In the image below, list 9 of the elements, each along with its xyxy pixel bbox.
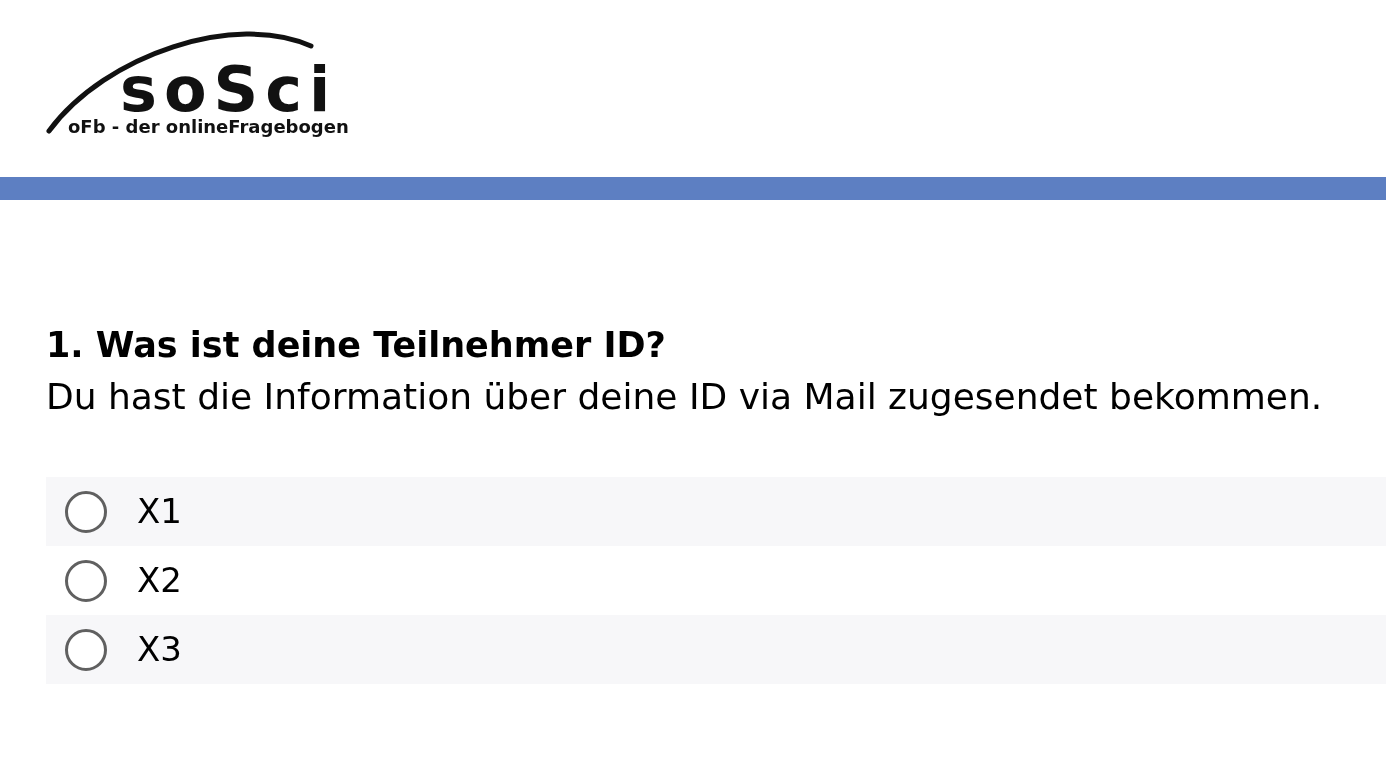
logo-tagline: oFb - der onlineFragebogen xyxy=(68,118,349,136)
option-label: X1 xyxy=(137,491,182,533)
radio-button[interactable] xyxy=(65,490,107,533)
question-title: 1. Was ist deine Teilnehmer ID? xyxy=(46,324,666,367)
question-description: Du hast die Information über deine ID via Mail zugesendet bekommen. xyxy=(46,374,1323,419)
radio-button[interactable] xyxy=(65,559,107,602)
option-label: X2 xyxy=(137,560,182,602)
radio-button[interactable] xyxy=(65,628,107,671)
option-label: X3 xyxy=(137,629,182,671)
